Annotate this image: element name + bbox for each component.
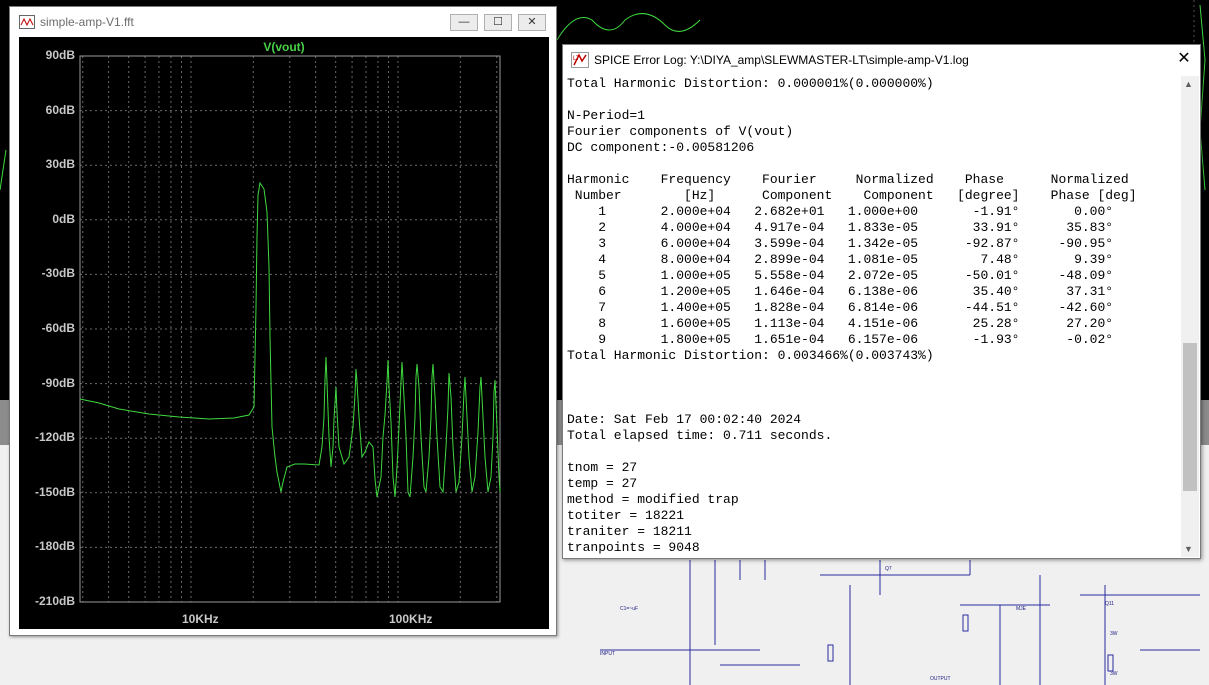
svg-text:INPUT: INPUT bbox=[600, 651, 615, 657]
fft-trace bbox=[79, 181, 501, 498]
fft-window: simple-amp-V1.fft — ☐ ✕ V(vout) 90dB 60d… bbox=[9, 6, 557, 636]
y-axis-label: -150dB bbox=[34, 485, 75, 499]
log-line: Fourier components of V(vout) bbox=[567, 124, 794, 139]
close-button[interactable]: ✕ bbox=[518, 14, 546, 31]
log-line: tranpoints = 9048 bbox=[567, 540, 700, 555]
log-line: temp = 27 bbox=[567, 476, 638, 491]
x-axis-label: 100KHz bbox=[389, 612, 433, 626]
ltspice-waveform-icon bbox=[19, 15, 35, 34]
y-axis-label: 90dB bbox=[45, 48, 75, 62]
scroll-up-arrow-icon[interactable]: ▲ bbox=[1184, 79, 1193, 89]
log-line: DC component:-0.00581206 bbox=[567, 140, 755, 155]
plot-grid bbox=[80, 55, 500, 603]
fft-plot-pane[interactable]: V(vout) 90dB 60dB 30dB 0dB -30dB -60dB -… bbox=[19, 37, 549, 629]
y-axis-label: 30dB bbox=[45, 157, 75, 171]
log-line: Number [Hz] Component Component [degree]… bbox=[567, 188, 1137, 203]
log-line: 4 8.000e+04 2.899e-04 1.081e-05 7.48° 9.… bbox=[567, 252, 1114, 267]
y-axis-label: -30dB bbox=[41, 266, 75, 280]
log-line: tnom = 27 bbox=[567, 460, 638, 475]
desktop-area: C1=~uF Q7 MJE Q11 3W 3W INPUT OUTPUT sim… bbox=[0, 0, 1209, 685]
log-line: traniter = 18211 bbox=[567, 524, 692, 539]
svg-text:MJE: MJE bbox=[1016, 606, 1027, 612]
close-button[interactable]: ✕ bbox=[1173, 49, 1195, 69]
fft-window-title: simple-amp-V1.fft bbox=[40, 15, 134, 29]
log-line: Total Harmonic Distortion: 0.000001%(0.0… bbox=[567, 76, 934, 91]
spice-error-log-window: LT SPICE Error Log: Y:\DIYA_amp\SLEWMAST… bbox=[562, 44, 1201, 559]
y-axis-label: 60dB bbox=[45, 103, 75, 117]
y-axis-label: 0dB bbox=[52, 212, 75, 226]
log-window-title: SPICE Error Log: Y:\DIYA_amp\SLEWMASTER-… bbox=[594, 53, 969, 67]
log-line: 2 4.000e+04 4.917e-04 1.833e-05 33.91° 3… bbox=[567, 220, 1114, 235]
log-line: Total Harmonic Distortion: 0.003466%(0.0… bbox=[567, 348, 934, 363]
svg-text:Q7: Q7 bbox=[885, 566, 892, 572]
svg-text:Q11: Q11 bbox=[1105, 601, 1114, 607]
y-axis-label: -90dB bbox=[41, 376, 75, 390]
vertical-scrollbar[interactable]: ▲ ▼ bbox=[1181, 76, 1199, 557]
log-line: 3 6.000e+04 3.599e-04 1.342e-05 -92.87° … bbox=[567, 236, 1114, 251]
log-line: method = modified trap bbox=[567, 492, 739, 507]
log-line: Date: Sat Feb 17 00:02:40 2024 bbox=[567, 412, 802, 427]
y-axis-label: -60dB bbox=[41, 321, 75, 335]
log-line: 6 1.200e+05 1.646e-04 6.138e-06 35.40° 3… bbox=[567, 284, 1114, 299]
log-line: 7 1.400e+05 1.828e-04 6.814e-06 -44.51° … bbox=[567, 300, 1114, 315]
log-line: Total elapsed time: 0.711 seconds. bbox=[567, 428, 833, 443]
log-line: 8 1.600e+05 1.113e-04 4.151e-06 25.28° 2… bbox=[567, 316, 1114, 331]
log-line: 1 2.000e+04 2.682e+01 1.000e+00 -1.91° 0… bbox=[567, 204, 1114, 219]
y-axis-label: -210dB bbox=[34, 594, 75, 608]
restore-button[interactable]: ☐ bbox=[484, 14, 512, 31]
scrollbar-thumb[interactable] bbox=[1183, 343, 1197, 491]
y-axis-label: -120dB bbox=[34, 430, 75, 444]
ltspice-app-icon: LT bbox=[571, 52, 589, 73]
fft-plot[interactable] bbox=[19, 37, 549, 629]
log-line: totiter = 18221 bbox=[567, 508, 685, 523]
log-line: 5 1.000e+05 5.558e-04 2.072e-05 -50.01° … bbox=[567, 268, 1114, 283]
log-line: 9 1.800e+05 1.651e-04 6.157e-06 -1.93° -… bbox=[567, 332, 1114, 347]
log-line: Harmonic Frequency Fourier Normalized Ph… bbox=[567, 172, 1129, 187]
scroll-down-arrow-icon[interactable]: ▼ bbox=[1184, 544, 1193, 554]
svg-text:LT: LT bbox=[573, 56, 580, 62]
minimize-button[interactable]: — bbox=[450, 14, 478, 31]
svg-text:OUTPUT: OUTPUT bbox=[930, 676, 951, 682]
svg-text:3W: 3W bbox=[1110, 671, 1118, 677]
svg-text:C1=~uF: C1=~uF bbox=[620, 606, 638, 612]
log-titlebar[interactable]: LT SPICE Error Log: Y:\DIYA_amp\SLEWMAST… bbox=[563, 45, 1200, 75]
x-axis-label: 10KHz bbox=[182, 612, 219, 626]
fft-titlebar[interactable]: simple-amp-V1.fft — ☐ ✕ bbox=[10, 7, 556, 37]
log-text-area[interactable]: Total Harmonic Distortion: 0.000001%(0.0… bbox=[567, 76, 1181, 558]
log-line: N-Period=1 bbox=[567, 108, 646, 123]
svg-text:3W: 3W bbox=[1110, 631, 1118, 637]
y-axis-label: -180dB bbox=[34, 539, 75, 553]
